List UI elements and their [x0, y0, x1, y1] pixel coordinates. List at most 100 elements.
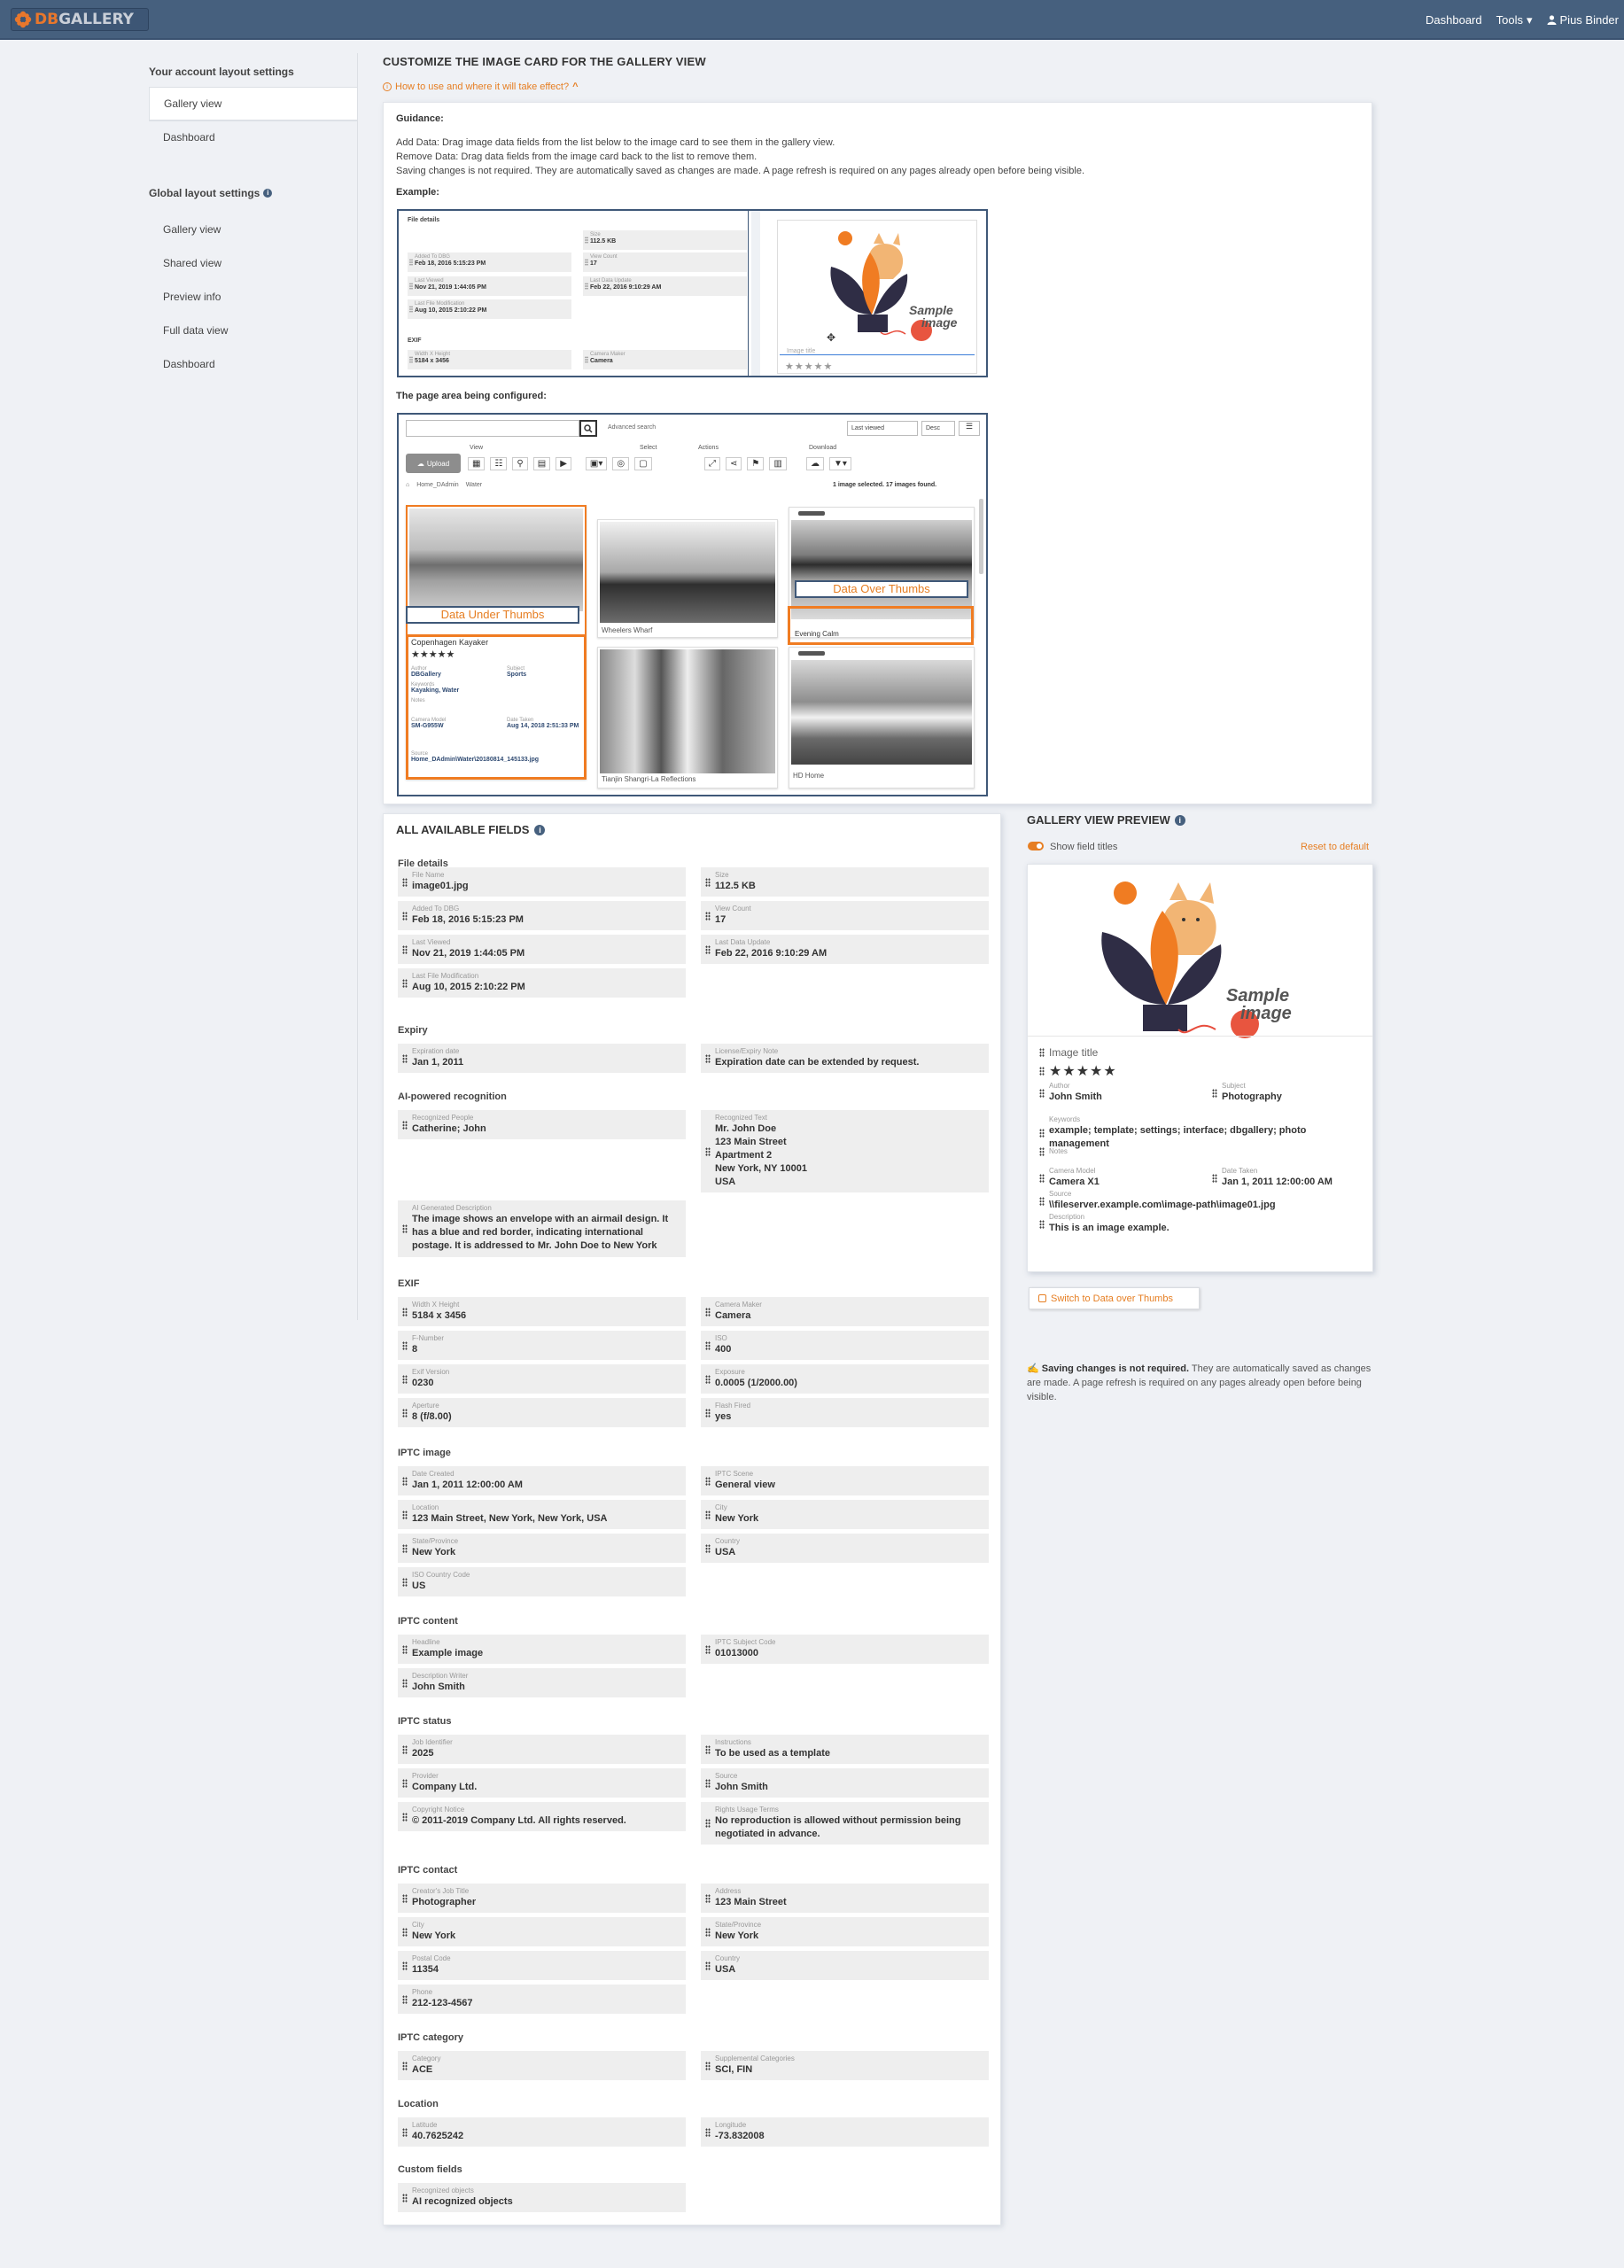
field-item[interactable]: ISO Country Code US: [398, 1567, 686, 1596]
field-item[interactable]: Expiration date Jan 1, 2011: [398, 1044, 686, 1073]
drag-handle-icon[interactable]: [402, 1307, 408, 1317]
drag-handle-icon[interactable]: [705, 1961, 711, 1970]
drag-handle-icon[interactable]: [1039, 1173, 1045, 1183]
field-item[interactable]: Longitude -73.832008: [701, 2117, 989, 2147]
field-item[interactable]: Latitude 40.7625242: [398, 2117, 686, 2147]
drag-handle-icon[interactable]: [705, 1374, 711, 1384]
drag-handle-icon[interactable]: [402, 2193, 408, 2202]
sidebar-item-global-gallery-view[interactable]: Gallery view: [149, 214, 358, 245]
drag-handle-icon[interactable]: [402, 944, 408, 954]
drag-handle-icon[interactable]: [1212, 1173, 1217, 1183]
sidebar-item-account-gallery-view[interactable]: Gallery view: [149, 87, 358, 120]
drag-handle-icon[interactable]: [1039, 1196, 1045, 1206]
field-item[interactable]: Exposure 0.0005 (1/2000.00): [701, 1364, 989, 1394]
field-item[interactable]: License/Expiry Note Expiration date can b…: [701, 1044, 989, 1073]
field-item[interactable]: Camera Maker Camera: [701, 1297, 989, 1326]
sidebar-item-global-preview-info[interactable]: Preview info: [149, 281, 358, 313]
drag-handle-icon[interactable]: [705, 1893, 711, 1903]
field-item[interactable]: Location 123 Main Street, New York, New Y…: [398, 1500, 686, 1529]
drag-handle-icon[interactable]: [402, 1678, 408, 1688]
drag-handle-icon[interactable]: [705, 1644, 711, 1654]
field-item[interactable]: Added To DBG Feb 18, 2016 5:15:23 PM: [398, 901, 686, 930]
drag-handle-icon[interactable]: [402, 911, 408, 920]
drag-handle-icon[interactable]: [705, 2127, 711, 2137]
sidebar-item-global-dashboard[interactable]: Dashboard: [149, 348, 358, 380]
app-logo[interactable]: DB GALLERY: [11, 8, 149, 31]
drag-handle-icon[interactable]: [705, 1927, 711, 1937]
field-item[interactable]: Date Created Jan 1, 2011 12:00:00 AM: [398, 1466, 686, 1495]
drag-handle-icon[interactable]: [402, 1893, 408, 1903]
field-item[interactable]: Country USA: [701, 1951, 989, 1980]
field-item[interactable]: Size 112.5 KB: [701, 867, 989, 897]
drag-handle-icon[interactable]: [705, 1307, 711, 1317]
drag-handle-icon[interactable]: [705, 944, 711, 954]
preview-field[interactable]: Date Taken Jan 1, 2011 12:00:00 AM: [1209, 1167, 1369, 1189]
sidebar-item-global-shared-view[interactable]: Shared view: [149, 247, 358, 279]
preview-field[interactable]: Notes: [1037, 1147, 1364, 1156]
field-item[interactable]: Recognized objects AI recognized objects: [398, 2183, 686, 2212]
drag-handle-icon[interactable]: [705, 1476, 711, 1486]
field-item[interactable]: View Count 17: [701, 901, 989, 930]
info-icon[interactable]: i: [263, 189, 273, 198]
field-item[interactable]: Category ACE: [398, 2051, 686, 2080]
drag-handle-icon[interactable]: [402, 1053, 408, 1063]
drag-handle-icon[interactable]: [402, 877, 408, 887]
field-item[interactable]: Job Identifier 2025: [398, 1735, 686, 1764]
preview-field[interactable]: Keywords example; template; settings; int…: [1037, 1115, 1364, 1151]
field-item[interactable]: Creator's Job Title Photographer: [398, 1884, 686, 1913]
drag-handle-icon[interactable]: [402, 2127, 408, 2137]
preview-field[interactable]: Subject Photography: [1209, 1082, 1369, 1104]
switch-to-data-over-thumbs-button[interactable]: Switch to Data over Thumbs: [1029, 1287, 1200, 1309]
drag-handle-icon[interactable]: [402, 1408, 408, 1418]
drag-handle-icon[interactable]: [402, 1476, 408, 1486]
drag-handle-icon[interactable]: [402, 1340, 408, 1350]
field-item[interactable]: Provider Company Ltd.: [398, 1768, 686, 1798]
drag-handle-icon[interactable]: [705, 1744, 711, 1754]
drag-handle-icon[interactable]: [402, 1812, 408, 1821]
field-item[interactable]: File Name image01.jpg: [398, 867, 686, 897]
field-item[interactable]: Phone 212-123-4567: [398, 1984, 686, 2014]
field-item[interactable]: Source John Smith: [701, 1768, 989, 1798]
drag-handle-icon[interactable]: [705, 877, 711, 887]
drag-handle-icon[interactable]: [705, 1819, 711, 1828]
drag-handle-icon[interactable]: [1039, 1129, 1045, 1138]
field-item[interactable]: Last Viewed Nov 21, 2019 1:44:05 PM: [398, 935, 686, 964]
drag-handle-icon[interactable]: [705, 1340, 711, 1350]
drag-handle-icon[interactable]: [402, 1577, 408, 1587]
drag-handle-icon[interactable]: [705, 1146, 711, 1156]
drag-handle-icon[interactable]: [402, 1644, 408, 1654]
field-item[interactable]: Description Writer John Smith: [398, 1668, 686, 1697]
nav-dashboard[interactable]: Dashboard: [1426, 13, 1482, 27]
field-item[interactable]: Last File Modification Aug 10, 2015 2:10:…: [398, 968, 686, 998]
field-item[interactable]: Width X Height 5184 x 3456: [398, 1297, 686, 1326]
field-item[interactable]: City New York: [701, 1500, 989, 1529]
show-field-titles-toggle[interactable]: [1028, 842, 1044, 850]
drag-handle-icon[interactable]: [1039, 1147, 1045, 1156]
drag-handle-icon[interactable]: [402, 1994, 408, 2004]
preview-field[interactable]: Camera Model Camera X1: [1037, 1167, 1205, 1189]
info-icon[interactable]: i: [1174, 814, 1185, 826]
drag-handle-icon[interactable]: [402, 1961, 408, 1970]
drag-handle-icon[interactable]: [402, 1120, 408, 1130]
info-icon[interactable]: i: [534, 824, 546, 835]
field-item[interactable]: Flash Fired yes: [701, 1398, 989, 1427]
preview-field[interactable]: Author John Smith: [1037, 1082, 1205, 1104]
drag-handle-icon[interactable]: [402, 1224, 408, 1233]
field-item[interactable]: Aperture 8 (f/8.00): [398, 1398, 686, 1427]
sidebar-item-account-dashboard[interactable]: Dashboard: [149, 120, 358, 153]
drag-handle-icon[interactable]: [402, 1510, 408, 1519]
field-item[interactable]: State/Province New York: [398, 1534, 686, 1563]
drag-handle-icon[interactable]: [705, 1510, 711, 1519]
field-item[interactable]: Recognized Text Mr. John Doe 123 Main Str…: [701, 1110, 989, 1192]
field-item[interactable]: Exif Version 0230: [398, 1364, 686, 1394]
drag-handle-icon[interactable]: [705, 2061, 711, 2070]
drag-handle-icon[interactable]: [402, 1927, 408, 1937]
drag-handle-icon[interactable]: [705, 911, 711, 920]
field-item[interactable]: Last Data Update Feb 22, 2016 9:10:29 AM: [701, 935, 989, 964]
field-item[interactable]: Recognized People Catherine; John: [398, 1110, 686, 1139]
field-item[interactable]: F-Number 8: [398, 1331, 686, 1360]
field-item[interactable]: Supplemental Categories SCI, FIN: [701, 2051, 989, 2080]
drag-handle-icon[interactable]: [402, 1374, 408, 1384]
drag-handle-icon[interactable]: [705, 1778, 711, 1788]
drag-handle-icon[interactable]: [705, 1408, 711, 1418]
